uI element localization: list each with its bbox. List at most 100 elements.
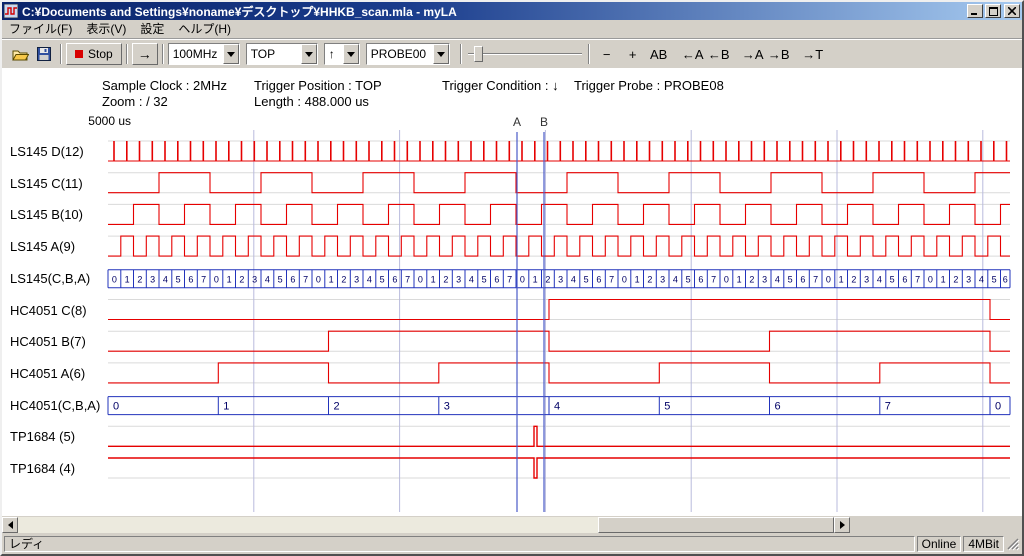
svg-text:2: 2: [334, 401, 340, 413]
svg-text:2: 2: [953, 274, 958, 284]
svg-text:4: 4: [554, 401, 560, 413]
minimize-button[interactable]: [967, 4, 983, 18]
trigger-edge-value: ↑: [325, 44, 343, 64]
save-floppy-icon: [37, 47, 51, 61]
menu-item-view[interactable]: 表示(V): [79, 21, 133, 38]
dropdown-button[interactable]: [301, 44, 317, 64]
svg-text:0: 0: [418, 274, 423, 284]
horizontal-scrollbar[interactable]: [2, 517, 850, 533]
svg-text:0: 0: [928, 274, 933, 284]
svg-text:0: 0: [622, 274, 627, 284]
svg-text:5: 5: [788, 274, 793, 284]
svg-text:7: 7: [201, 274, 206, 284]
svg-text:7: 7: [885, 401, 891, 413]
samplerate-combobox[interactable]: 100MHz: [168, 43, 240, 65]
svg-text:2: 2: [341, 274, 346, 284]
trigger-probe-combobox[interactable]: PROBE00: [366, 43, 450, 65]
prev-a-button[interactable]: ←A: [680, 43, 706, 65]
dropdown-button[interactable]: [223, 44, 239, 64]
toolbar-separator: [60, 44, 62, 64]
titlebar[interactable]: C:¥Documents and Settings¥noname¥デスクトップ¥…: [2, 2, 1022, 20]
slider-thumb[interactable]: [474, 46, 483, 62]
zoom-out-button[interactable]: −: [594, 43, 620, 65]
trigger-edge-combobox[interactable]: ↑: [324, 43, 360, 65]
scroll-left-button[interactable]: [2, 517, 18, 533]
svg-text:1: 1: [223, 401, 229, 413]
svg-text:4: 4: [163, 274, 168, 284]
svg-text:1: 1: [533, 274, 538, 284]
run-button[interactable]: →: [132, 43, 158, 65]
channel-waveform: [108, 363, 1010, 383]
zoom-in-button[interactable]: +: [620, 43, 646, 65]
menu-item-settings[interactable]: 設定: [133, 21, 171, 38]
window-title: C:¥Documents and Settings¥noname¥デスクトップ¥…: [22, 3, 965, 20]
close-button[interactable]: [1004, 4, 1020, 18]
scroll-right-button[interactable]: [834, 517, 850, 533]
goto-ab-button[interactable]: AB: [646, 43, 672, 65]
slider-track[interactable]: [468, 53, 582, 55]
svg-text:5: 5: [176, 274, 181, 284]
dropdown-button[interactable]: [343, 44, 359, 64]
stop-icon: [75, 50, 83, 58]
prev-b-button[interactable]: ←B: [706, 43, 732, 65]
svg-text:3: 3: [354, 274, 359, 284]
toolbar: Stop → 100MHz TOP ↑ PROBE00 − +: [2, 39, 1022, 68]
statusbar: レディ Online 4MBit: [2, 534, 1022, 554]
scrollbar-thumb[interactable]: [598, 517, 834, 533]
svg-text:1: 1: [431, 274, 436, 284]
waveform-client-area: Sample Clock : 2MHz Trigger Position : T…: [2, 68, 1022, 516]
svg-text:2: 2: [443, 274, 448, 284]
svg-text:4: 4: [673, 274, 678, 284]
trigger-position-value: TOP: [247, 44, 301, 64]
close-icon: [1008, 7, 1016, 15]
svg-text:5: 5: [664, 401, 670, 413]
resize-grip[interactable]: [1006, 537, 1020, 551]
svg-text:5: 5: [686, 274, 691, 284]
svg-text:4: 4: [469, 274, 474, 284]
toolbar-separator: [460, 44, 462, 64]
svg-text:6: 6: [494, 274, 499, 284]
status-memory: 4MBit: [963, 536, 1004, 552]
svg-text:4: 4: [775, 274, 780, 284]
dropdown-button[interactable]: [433, 44, 449, 64]
svg-text:0: 0: [316, 274, 321, 284]
time-origin-label: 5000 us: [88, 114, 131, 128]
maximize-icon: [989, 7, 998, 16]
toolbar-separator: [126, 44, 128, 64]
app-window: C:¥Documents and Settings¥noname¥デスクトップ¥…: [0, 0, 1024, 556]
svg-text:4: 4: [571, 274, 576, 284]
channel-waveform: [108, 300, 1010, 320]
chevron-down-icon: [437, 52, 445, 61]
svg-text:4: 4: [265, 274, 270, 284]
minimize-icon: [971, 7, 979, 15]
next-b-button[interactable]: →B: [766, 43, 792, 65]
chevron-down-icon: [347, 52, 355, 61]
svg-text:3: 3: [456, 274, 461, 284]
svg-text:5: 5: [482, 274, 487, 284]
svg-text:0: 0: [724, 274, 729, 284]
run-arrow-icon: →: [138, 46, 152, 62]
trigger-position-combobox[interactable]: TOP: [246, 43, 318, 65]
svg-text:3: 3: [762, 274, 767, 284]
stop-button[interactable]: Stop: [66, 43, 122, 65]
toolbar-separator: [162, 44, 164, 64]
marker-label-A: A: [513, 115, 521, 129]
svg-text:1: 1: [125, 274, 130, 284]
svg-text:0: 0: [995, 401, 1001, 413]
svg-text:7: 7: [507, 274, 512, 284]
menu-item-file[interactable]: ファイル(F): [2, 21, 79, 38]
goto-trigger-button[interactable]: →T: [800, 43, 826, 65]
status-ready: レディ: [4, 536, 915, 552]
svg-text:6: 6: [290, 274, 295, 284]
save-file-button[interactable]: [32, 42, 56, 66]
svg-text:6: 6: [1003, 274, 1008, 284]
menu-item-help[interactable]: ヘルプ(H): [171, 21, 238, 38]
next-a-button[interactable]: →A: [740, 43, 766, 65]
open-file-button[interactable]: [8, 42, 32, 66]
channel-waveform: 0123456701234567012345670123456701234567…: [108, 270, 1010, 288]
maximize-button[interactable]: [985, 4, 1001, 18]
svg-text:6: 6: [392, 274, 397, 284]
zoom-slider[interactable]: [466, 43, 584, 65]
arrow-right-icon: [840, 521, 849, 529]
svg-text:7: 7: [813, 274, 818, 284]
